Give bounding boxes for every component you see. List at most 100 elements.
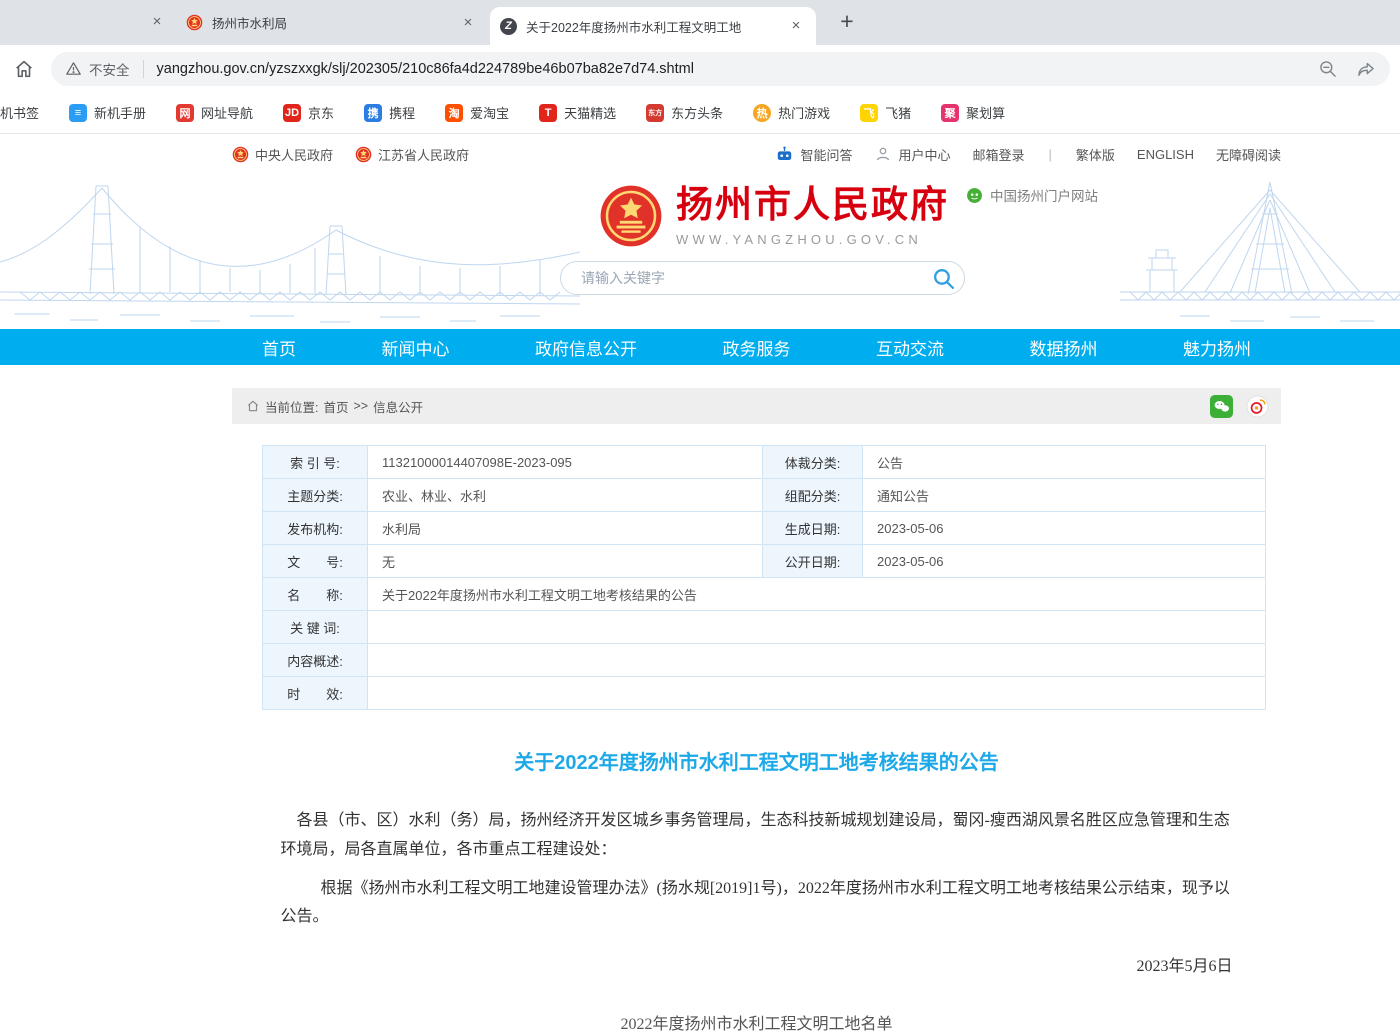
link-english[interactable]: ENGLISH [1137, 147, 1194, 162]
bookmark-favicon: 聚 [941, 104, 959, 122]
meta-value-cell: 2023-05-06 [863, 512, 1266, 545]
bookmark-item[interactable]: ≡ 新机手册 [69, 103, 146, 122]
national-emblem-icon [599, 184, 663, 248]
document-meta-table: 索 引 号: 11321000014407098E-2023-095 体裁分类:… [262, 445, 1266, 710]
meta-value-cell: 关于2022年度扬州市水利工程文明工地考核结果的公告 [368, 578, 1266, 611]
meta-label-cell: 关 键 词: [263, 611, 368, 644]
meta-value-cell: 2023-05-06 [863, 545, 1266, 578]
bookmark-label: 机书签 [0, 103, 39, 122]
close-tab-icon[interactable]: × [786, 16, 806, 36]
table-row: 文 号: 无 公开日期: 2023-05-06 [263, 545, 1266, 578]
close-tab-icon[interactable]: × [147, 12, 167, 32]
bookmark-label: 天猫精选 [564, 103, 616, 122]
site-logo[interactable]: 扬州市人民政府 WWW.YANGZHOU.GOV.CN [599, 184, 949, 248]
url-text[interactable]: yangzhou.gov.cn/yzszxxgk/slj/202305/210c… [157, 61, 694, 77]
site-search [560, 261, 965, 295]
bookmark-favicon: JD [283, 104, 301, 122]
nav-item-home[interactable]: 首页 [262, 335, 296, 360]
meta-value-cell [368, 644, 1266, 677]
meta-label-cell: 时 效: [263, 677, 368, 710]
nav-item-interaction[interactable]: 互动交流 [876, 335, 944, 360]
bookmark-item[interactable]: 淘 爱淘宝 [445, 103, 509, 122]
article-paragraph: 各县（市、区）水利（务）局，扬州经济开发区城乡事务管理局，生态科技新城规划建设局… [281, 807, 1233, 865]
bookmarks-bar: 机书签 ≡ 新机手册 网 网址导航 JD 京东 携 携程 淘 爱淘宝 T 天猫精… [0, 92, 1400, 134]
breadcrumb-home-link[interactable]: 首页 [323, 397, 348, 416]
meta-value-cell: 通知公告 [863, 479, 1266, 512]
article-title: 关于2022年度扬州市水利工程文明工地考核结果的公告 [232, 746, 1281, 775]
bookmark-label: 爱淘宝 [470, 103, 509, 122]
wechat-share-icon[interactable] [1210, 395, 1233, 418]
search-icon [931, 266, 956, 291]
meta-label-cell: 文 号: [263, 545, 368, 578]
bookmark-item[interactable]: 携 携程 [364, 103, 415, 122]
new-tab-button[interactable]: + [833, 7, 861, 35]
table-row: 关 键 词: [263, 611, 1266, 644]
bookmark-label: 携程 [389, 103, 415, 122]
meta-label-cell: 索 引 号: [263, 446, 368, 479]
article-date: 2023年5月6日 [281, 952, 1233, 976]
bookmark-item[interactable]: 飞 飞猪 [860, 103, 911, 122]
gov-emblem-icon [355, 146, 372, 163]
link-central-gov[interactable]: 中央人民政府 [232, 145, 333, 164]
nav-item-charm[interactable]: 魅力扬州 [1183, 335, 1251, 360]
link-label: 无障碍阅读 [1216, 145, 1281, 164]
meta-label-cell: 公开日期: [763, 545, 863, 578]
meta-label-cell: 发布机构: [263, 512, 368, 545]
link-label: 智能问答 [800, 145, 852, 164]
bookmark-item[interactable]: 机书签 [0, 103, 39, 122]
security-label: 不安全 [89, 59, 130, 79]
meta-label-cell: 主题分类: [263, 479, 368, 512]
bookmark-item[interactable]: 聚 聚划算 [941, 103, 1005, 122]
bookmark-item[interactable]: 网 网址导航 [176, 103, 253, 122]
share-icon[interactable] [1356, 59, 1376, 79]
nav-item-services[interactable]: 政务服务 [723, 335, 791, 360]
close-tab-icon[interactable]: × [458, 13, 478, 33]
bookmark-label: 聚划算 [966, 103, 1005, 122]
link-traditional[interactable]: 繁体版 [1076, 145, 1115, 164]
zoom-out-icon[interactable] [1318, 59, 1338, 79]
weibo-share-icon[interactable] [1246, 395, 1269, 418]
bookmark-label: 新机手册 [94, 103, 146, 122]
link-smart-qa[interactable]: 智能问答 [775, 145, 852, 164]
bookmark-item[interactable]: 热 热门游戏 [753, 103, 830, 122]
table-row: 时 效: [263, 677, 1266, 710]
bookmark-favicon: 网 [176, 104, 194, 122]
table-row: 名 称: 关于2022年度扬州市水利工程文明工地考核结果的公告 [263, 578, 1266, 611]
bookmark-favicon: 热 [753, 104, 771, 122]
link-label: ENGLISH [1137, 147, 1194, 162]
home-icon[interactable] [13, 58, 35, 80]
search-input[interactable] [579, 269, 931, 287]
bookmark-favicon: ≡ [69, 104, 87, 122]
link-mail-login[interactable]: 邮箱登录 [972, 145, 1024, 164]
site-url: WWW.YANGZHOU.GOV.CN [676, 232, 949, 247]
main-nav: 首页 新闻中心 政府信息公开 政务服务 互动交流 数据扬州 魅力扬州 [0, 329, 1400, 365]
tab-title: 关于2022年度扬州市水利工程文明工地 [526, 17, 777, 36]
bookmark-item[interactable]: 东方 东方头条 [646, 103, 723, 122]
address-bar[interactable]: 不安全 yangzhou.gov.cn/yzszxxgk/slj/202305/… [51, 52, 1390, 86]
link-label: 用户中心 [898, 145, 950, 164]
portal-label: 中国扬州门户网站 [990, 185, 1098, 205]
tab-shuiliju[interactable]: 扬州市水利局 × [176, 0, 488, 45]
bookmark-item[interactable]: T 天猫精选 [539, 103, 616, 122]
nav-item-info-disclosure[interactable]: 政府信息公开 [535, 335, 637, 360]
wechat-portal-icon [966, 187, 983, 204]
bookmark-favicon: 携 [364, 104, 382, 122]
link-label: 繁体版 [1076, 145, 1115, 164]
nav-item-news[interactable]: 新闻中心 [382, 335, 450, 360]
address-bar-row: 不安全 yangzhou.gov.cn/yzszxxgk/slj/202305/… [0, 45, 1400, 92]
portal-link[interactable]: 中国扬州门户网站 [966, 185, 1098, 205]
tab-strip: × 扬州市水利局 × Z 关于2022年度扬州市水利工程文明工地 × + [0, 0, 1400, 45]
bookmark-item[interactable]: JD 京东 [283, 103, 334, 122]
table-row: 内容概述: [263, 644, 1266, 677]
meta-value-cell: 农业、林业、水利 [368, 479, 763, 512]
link-jiangsu-gov[interactable]: 江苏省人民政府 [355, 145, 469, 164]
breadcrumb-current-link[interactable]: 信息公开 [373, 397, 423, 416]
tab-active-article[interactable]: Z 关于2022年度扬州市水利工程文明工地 × [490, 7, 816, 45]
search-button[interactable] [931, 266, 956, 291]
meta-value-cell: 公告 [863, 446, 1266, 479]
meta-value-cell [368, 677, 1266, 710]
link-user-center[interactable]: 用户中心 [874, 145, 950, 164]
link-accessibility[interactable]: 无障碍阅读 [1216, 145, 1281, 164]
nav-item-data[interactable]: 数据扬州 [1030, 335, 1098, 360]
link-label: 江苏省人民政府 [378, 145, 469, 164]
